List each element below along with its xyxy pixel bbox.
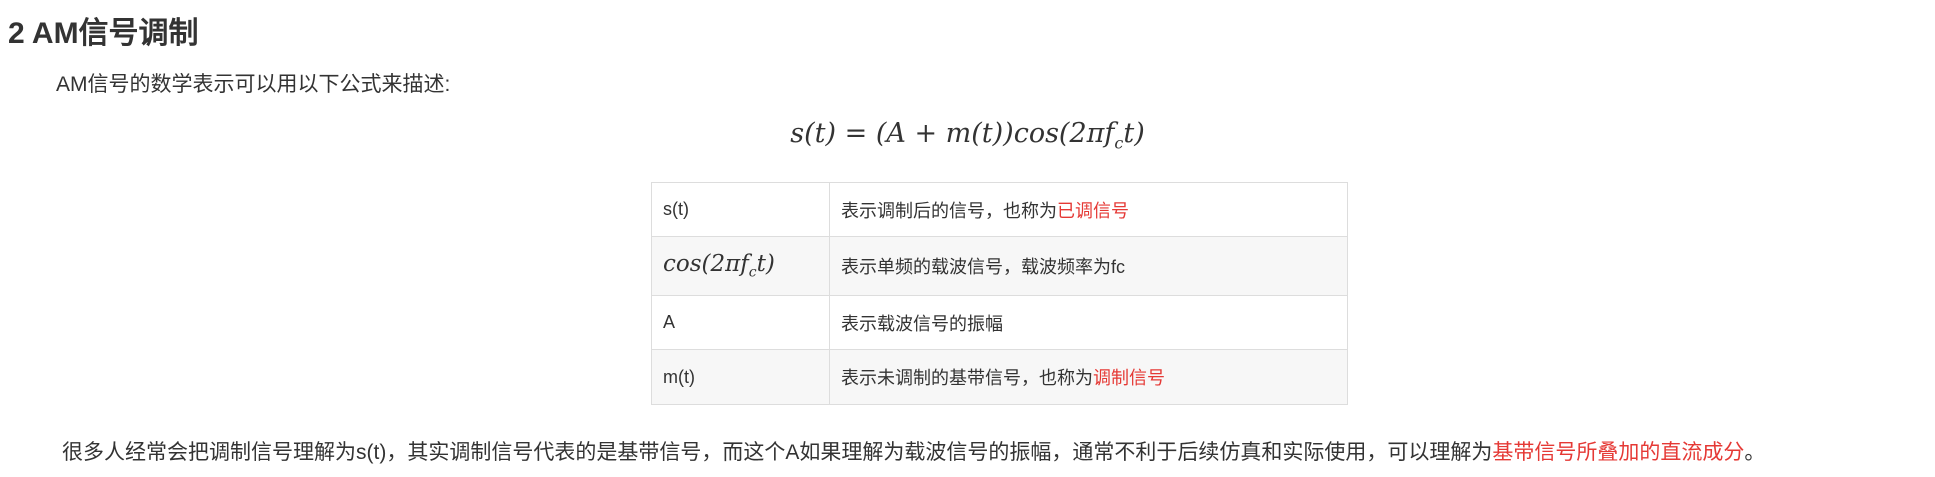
description-highlight: 调制信号: [1093, 368, 1165, 388]
term-cell: cos(2πfct): [651, 236, 830, 296]
formula-equals: =: [836, 118, 876, 149]
description-cell: 表示调制后的信号，也称为已调信号: [829, 182, 1348, 237]
description-text: 表示未调制的基带信号，也称为: [841, 368, 1093, 388]
definition-table: s(t) 表示调制后的信号，也称为已调信号 cos(2πfct) 表示单频的载波…: [651, 182, 1348, 405]
description-cell: 表示未调制的基带信号，也称为调制信号: [829, 349, 1348, 405]
term-math-pre: cos(2πf: [663, 251, 749, 278]
summary-paragraph: 很多人经常会把调制信号理解为s(t)，其实调制信号代表的是基带信号，而这个A如果…: [62, 438, 1765, 468]
term-math-post: t): [756, 251, 775, 278]
formula-lhs: s(t): [790, 118, 837, 149]
section-heading: 2 AM信号调制: [8, 17, 199, 50]
description-text: 表示调制后的信号，也称为: [841, 200, 1057, 221]
term-cell: A: [651, 295, 830, 350]
description-highlight: 已调信号: [1057, 200, 1129, 221]
term-math-sub: c: [748, 264, 757, 281]
summary-text: 很多人经常会把调制信号理解为s(t)，其实调制信号代表的是基带信号，而这个A如果…: [62, 441, 1493, 464]
table-row: cos(2πfct) 表示单频的载波信号，载波频率为fc: [651, 236, 1348, 296]
formula-rhs-sub: c: [1114, 133, 1124, 153]
formula-rhs-pre: (A + m(t))cos(2πf: [875, 118, 1115, 149]
summary-end: 。: [1744, 441, 1766, 464]
term-cell: m(t): [651, 349, 830, 405]
formula-rhs-post: t): [1123, 118, 1145, 149]
description-text: 表示载波信号的振幅: [841, 313, 1003, 334]
description-cell: 表示载波信号的振幅: [829, 295, 1348, 350]
table-row: s(t) 表示调制后的信号，也称为已调信号: [651, 182, 1348, 237]
term-cell: s(t): [651, 182, 830, 237]
am-formula: s(t) = (A + m(t))cos(2πfct): [0, 114, 1935, 163]
summary-highlight: 基带信号所叠加的直流成分: [1492, 441, 1745, 464]
intro-paragraph: AM信号的数学表示可以用以下公式来描述:: [56, 73, 451, 96]
description-cell: 表示单频的载波信号，载波频率为fc: [829, 236, 1348, 296]
table-row: A 表示载波信号的振幅: [651, 295, 1348, 350]
table-row: m(t) 表示未调制的基带信号，也称为调制信号: [651, 349, 1348, 405]
description-text: 表示单频的载波信号，载波频率为fc: [841, 257, 1125, 277]
